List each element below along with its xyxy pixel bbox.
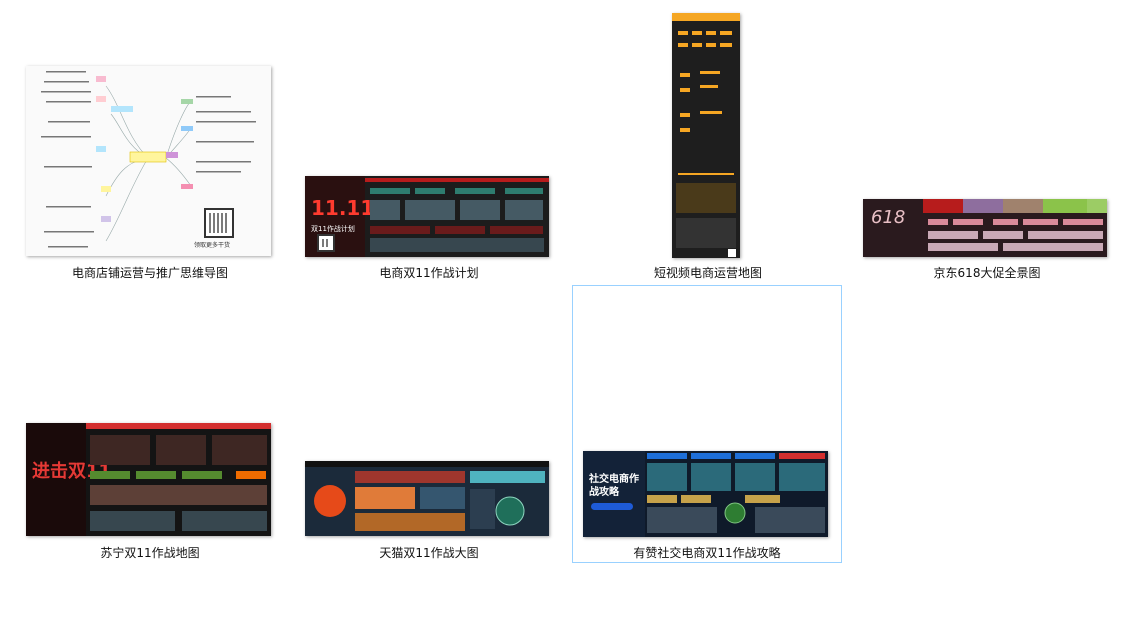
qr-code-icon: [204, 208, 234, 238]
mindmap-thumbnail: 领取更多干货: [26, 66, 271, 256]
file-grid: 领取更多干货 电商店铺运营与推广思维导图 11.11 双11作战计划 电商双11…: [0, 0, 1131, 637]
poster-thumbnail: 618: [863, 199, 1107, 257]
file-name[interactable]: 有赞社交电商双11作战攻略: [573, 544, 841, 561]
file-tile-d11-plan[interactable]: 11.11 双11作战计划 电商双11作战计划: [294, 5, 564, 283]
file-tile-short-video[interactable]: 短视频电商运营地图: [573, 5, 843, 283]
file-name[interactable]: 电商店铺运营与推广思维导图: [16, 264, 284, 281]
file-tile-mindmap[interactable]: 领取更多干货 电商店铺运营与推广思维导图: [15, 5, 285, 283]
file-name[interactable]: 苏宁双11作战地图: [16, 544, 284, 561]
file-tile-youzan[interactable]: 社交电商作战攻略 有赞社交电商双11作战攻略: [572, 285, 842, 563]
poster-thumbnail: [672, 13, 740, 258]
poster-thumbnail: [305, 461, 549, 536]
file-tile-tmall[interactable]: 天猫双11作战大图: [294, 285, 564, 563]
poster-thumbnail: 社交电商作战攻略: [583, 451, 828, 537]
thumb-title: 社交电商作战攻略: [589, 474, 639, 498]
poster-thumbnail: 11.11 双11作战计划: [305, 176, 549, 257]
poster-thumbnail: 进击双11: [26, 423, 271, 536]
thumb-logo: 618: [871, 207, 906, 228]
file-name[interactable]: 电商双11作战计划: [295, 264, 563, 281]
qr-code-icon: [317, 234, 335, 252]
file-name[interactable]: 短视频电商运营地图: [574, 264, 842, 281]
file-tile-jd-618[interactable]: 618 京东618大促全景图: [852, 5, 1122, 283]
file-name[interactable]: 天猫双11作战大图: [295, 544, 563, 561]
file-tile-suning[interactable]: 进击双11 苏宁双11作战地图: [15, 285, 285, 563]
thumb-text: 双11作战计划: [311, 225, 355, 233]
thumb-text: 领取更多干货: [194, 242, 231, 249]
file-name[interactable]: 京东618大促全景图: [853, 264, 1121, 281]
